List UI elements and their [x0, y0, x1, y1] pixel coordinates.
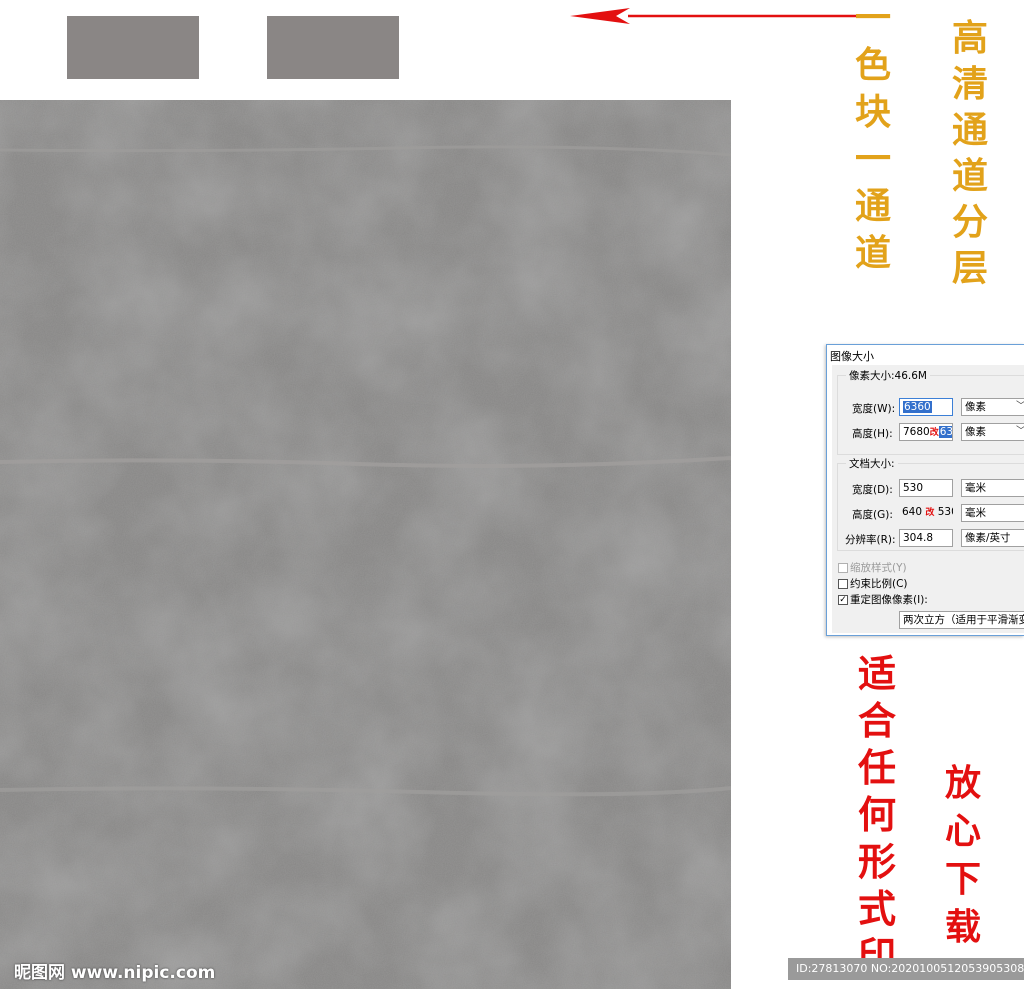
scale-styles-checkbox[interactable]: 缩放样式(Y)	[838, 560, 907, 575]
label-one-color-block-one-channel: 一色块一通道	[855, 0, 891, 271]
watermark: 昵图网 www.nipic.com	[14, 963, 216, 983]
arrow-left-icon	[570, 8, 860, 24]
label-char: 形	[858, 839, 897, 884]
constrain-proportions-checkbox[interactable]: 约束比例(C)	[838, 576, 908, 591]
pixel-dimensions-label: 像素大小:46.6M	[846, 368, 930, 383]
chevron-down-icon: ﹀	[1016, 424, 1024, 440]
label-hd-channel-layered: 高清通道分层	[952, 20, 988, 286]
concrete-texture-image	[0, 100, 731, 989]
doc-height-input[interactable]: 640 改 530	[899, 504, 953, 522]
gray-swatch-2	[267, 16, 399, 79]
label-char: 层	[952, 247, 989, 289]
height-label: 高度(H):	[852, 428, 893, 440]
document-size-label: 文档大小:	[846, 456, 898, 471]
label-char: 载	[945, 906, 982, 948]
doc-width-unit-select[interactable]: 毫米	[961, 479, 1024, 497]
width-input[interactable]: 6360	[899, 398, 953, 416]
height-unit-select[interactable]: 像素﹀	[961, 423, 1024, 441]
label-char: 下	[945, 858, 982, 900]
label-char: 何	[858, 792, 897, 837]
doc-height-label: 高度(G):	[852, 509, 893, 521]
label-char: 通	[952, 109, 989, 151]
dialog-body: 像素大小:46.6M 宽度(W): 6360 像素﹀ 高度(H): 7680改6…	[832, 365, 1024, 633]
label-char: 道	[855, 232, 892, 274]
label-char: 合	[858, 698, 897, 743]
image-size-dialog: 图像大小 像素大小:46.6M 宽度(W): 6360 像素﹀ 高度(H): 7…	[826, 344, 1024, 636]
dialog-title: 图像大小	[830, 350, 874, 363]
label-char: 色	[855, 44, 892, 86]
doc-width-label: 宽度(D):	[852, 484, 893, 496]
gray-swatch-1	[67, 16, 199, 79]
label-char: 通	[855, 185, 892, 227]
label-download-with-confidence: 放心下载	[945, 765, 981, 945]
doc-height-unit-select[interactable]: 毫米	[961, 504, 1024, 522]
resolution-input[interactable]: 304.8	[899, 529, 953, 547]
chevron-down-icon: ﹀	[1016, 399, 1024, 415]
label-char: 块	[855, 91, 892, 133]
resample-method-select[interactable]: 两次立方（适用于平滑渐变	[899, 611, 1024, 629]
label-suitable-for-any-print: 适合任何形式印	[858, 655, 896, 975]
width-unit-select[interactable]: 像素﹀	[961, 398, 1024, 416]
label-char: 清	[952, 63, 989, 105]
resample-image-checkbox[interactable]: ✓ 重定图像像素(I):	[838, 592, 928, 607]
doc-width-input[interactable]: 530	[899, 479, 953, 497]
label-char: 道	[952, 155, 989, 197]
image-id-bar: ID:27813070 NO:20201005120539053080	[788, 958, 1024, 980]
label-char: 心	[945, 810, 982, 852]
resolution-unit-select[interactable]: 像素/英寸	[961, 529, 1024, 547]
label-char: 式	[858, 886, 897, 931]
label-char: 任	[858, 745, 897, 790]
resolution-label: 分辨率(R):	[845, 534, 896, 546]
height-input[interactable]: 7680改6360	[899, 423, 953, 441]
label-char: 分	[952, 201, 989, 243]
label-char: 高	[952, 17, 989, 59]
width-label: 宽度(W):	[852, 403, 896, 415]
label-char: 一	[855, 0, 892, 39]
label-char: 放	[945, 762, 982, 804]
label-char: 一	[855, 138, 892, 180]
label-char: 适	[858, 651, 897, 696]
